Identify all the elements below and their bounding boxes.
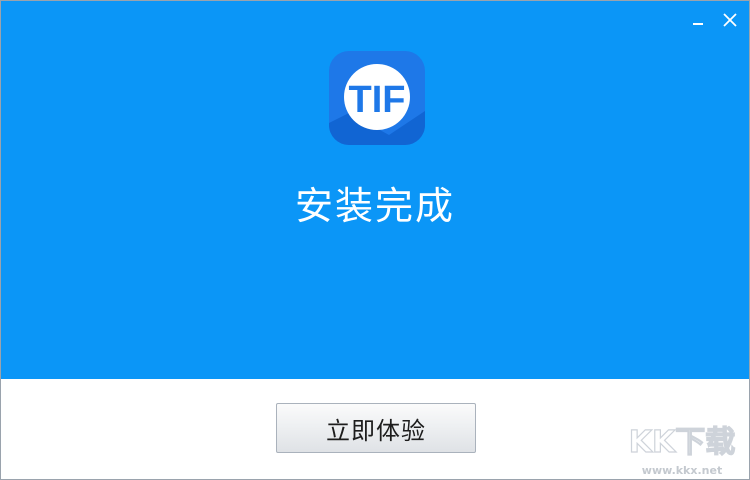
start-now-button[interactable]: 立即体验	[276, 403, 476, 453]
page-title: 安装完成	[294, 184, 455, 228]
header-banner: TIF 安装完成	[1, 1, 749, 379]
app-logo-text: TIF	[349, 79, 406, 121]
close-icon	[723, 13, 737, 27]
installer-window: TIF 安装完成 立即体验 KK下载 www.kkx.net	[0, 0, 750, 480]
minimize-icon	[693, 23, 703, 25]
minimize-button[interactable]	[687, 9, 709, 31]
app-logo-icon: TIF	[329, 51, 425, 145]
close-button[interactable]	[719, 9, 741, 31]
